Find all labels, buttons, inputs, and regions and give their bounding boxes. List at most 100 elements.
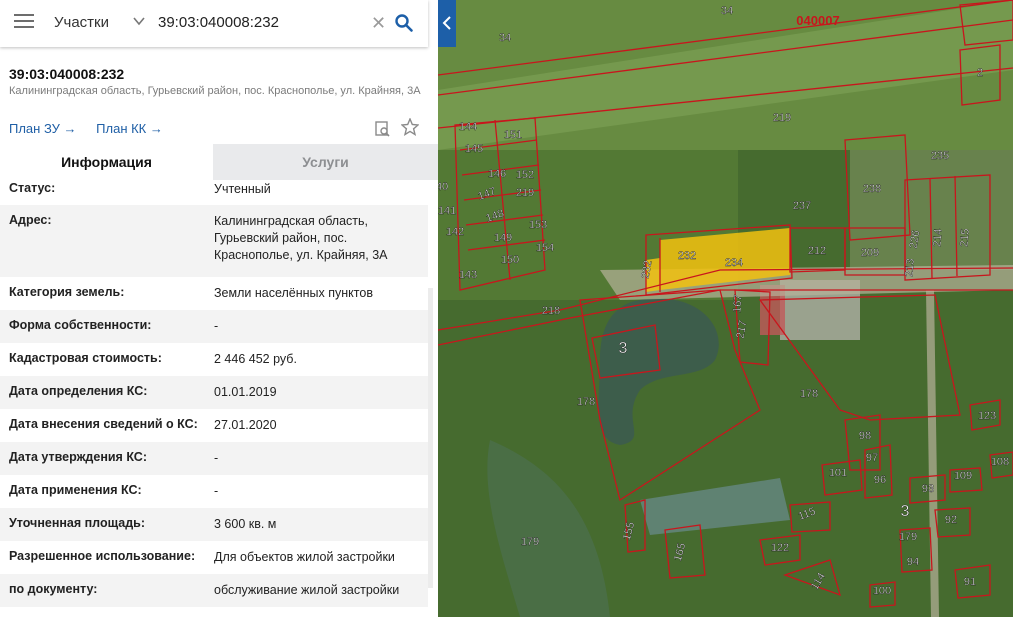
info-label: Статус: bbox=[9, 181, 56, 195]
info-value: Для объектов жилой застройки bbox=[214, 550, 395, 564]
info-value: - bbox=[214, 484, 219, 498]
parcel-label: 179 bbox=[521, 536, 539, 548]
info-value: обслуживание жилой застройки bbox=[214, 583, 400, 597]
info-row: Статус: Учтенный bbox=[0, 180, 428, 205]
parcel-label: 219 bbox=[516, 187, 534, 199]
info-row: Дата применения КС: - bbox=[0, 475, 428, 508]
parcel-label: 234 bbox=[725, 257, 743, 269]
parcel-label: 148 bbox=[484, 207, 505, 225]
parcel-label: 152 bbox=[516, 169, 534, 181]
parcel-label: 96 bbox=[874, 474, 886, 486]
info-label: Категория земель: bbox=[9, 285, 125, 299]
info-label: по документу: bbox=[9, 582, 98, 596]
parcel-label: 93 bbox=[922, 483, 934, 495]
parcel-label: 145 bbox=[465, 143, 483, 155]
info-value: - bbox=[214, 319, 219, 333]
info-row: Разрешенное использование: Для объектов ж… bbox=[0, 541, 428, 574]
menu-icon[interactable] bbox=[14, 14, 34, 32]
parcel-label: 215 bbox=[958, 228, 972, 247]
parcel-label: 178 bbox=[800, 388, 818, 400]
parcel-label: 232 bbox=[678, 250, 696, 262]
parcel-label: 235 bbox=[931, 150, 949, 162]
info-label: Адрес: bbox=[9, 213, 52, 227]
parcel-label: 115 bbox=[797, 506, 818, 523]
parcel-label: 142 bbox=[446, 226, 464, 238]
search-input[interactable] bbox=[158, 14, 358, 31]
close-icon[interactable]: ✕ bbox=[371, 14, 386, 32]
parcel-label: 3 bbox=[901, 503, 910, 520]
parcel-label: 209 bbox=[861, 247, 879, 259]
parcel-label: 114 bbox=[809, 571, 828, 592]
info-label: Разрешенное использование: bbox=[9, 549, 196, 563]
parcel-label: 123 bbox=[978, 410, 996, 422]
star-icon[interactable] bbox=[401, 118, 419, 136]
parcel-label: 101 bbox=[829, 467, 847, 479]
parcel-label: 34 bbox=[721, 5, 733, 17]
parcel-label: 154 bbox=[536, 242, 554, 254]
parcel-label: 146 bbox=[488, 168, 506, 180]
parcel-label: 218 bbox=[542, 305, 560, 317]
plan-links: План ЗУ → План КК → bbox=[9, 121, 179, 136]
info-row: Дата внесения сведений о КС: 27.01.2020 bbox=[0, 409, 428, 442]
info-label: Форма собственности: bbox=[9, 318, 152, 332]
parcel-label: 167 bbox=[731, 294, 745, 313]
parcel-label: 143 bbox=[459, 269, 477, 281]
chevron-down-icon[interactable] bbox=[132, 14, 146, 28]
plan-zu-link[interactable]: План ЗУ → bbox=[9, 121, 77, 136]
info-label: Дата определения КС: bbox=[9, 384, 148, 398]
document-search-icon[interactable] bbox=[374, 120, 392, 138]
parcel-label: 141 bbox=[438, 205, 456, 217]
parcel-label: 179 bbox=[899, 531, 917, 543]
parcel-label: 92 bbox=[945, 514, 957, 526]
object-address: Калининградская область, Гурьевский райо… bbox=[9, 85, 421, 97]
parcel-label: 151 bbox=[504, 129, 522, 141]
parcel-label: 98 bbox=[859, 430, 871, 442]
parcel-label: 149 bbox=[494, 232, 512, 244]
parcel-label: 217 bbox=[735, 319, 750, 339]
info-value: 2 446 452 руб. bbox=[214, 352, 297, 366]
parcel-label: 144 bbox=[459, 121, 477, 133]
parcel-label: 94 bbox=[907, 556, 919, 568]
chevron-left-icon bbox=[442, 16, 451, 30]
info-value: Калининградская область, Гурьевский райо… bbox=[214, 214, 388, 262]
parcel-label: 100 bbox=[873, 585, 891, 597]
parcel-label: 153 bbox=[529, 219, 547, 231]
info-label: Уточненная площадь: bbox=[9, 516, 146, 530]
info-row: Дата определения КС: 01.01.2019 bbox=[0, 376, 428, 409]
info-row: Дата утверждения КС: - bbox=[0, 442, 428, 475]
info-table: Статус: Учтенный Адрес: Калининградская обл… bbox=[0, 180, 428, 607]
search-bar: Участки ✕ bbox=[0, 0, 428, 47]
tab-services[interactable]: Услуги bbox=[213, 144, 438, 180]
parcel-label: 178 bbox=[577, 396, 595, 408]
search-icon[interactable] bbox=[394, 13, 414, 33]
parcel-label: 97 bbox=[866, 452, 878, 464]
parcel-label: 155 bbox=[621, 521, 637, 542]
cadastral-number: 39:03:040008:232 bbox=[9, 66, 125, 82]
info-row: Форма собственности: - bbox=[0, 310, 428, 343]
info-value: 3 600 кв. м bbox=[214, 517, 277, 531]
parcel-label: 109 bbox=[954, 470, 972, 482]
info-row: по документу: обслуживание жилой застройк… bbox=[0, 574, 428, 607]
parcel-label: 150 bbox=[501, 254, 519, 266]
parcel-label: 34 bbox=[499, 32, 511, 44]
parcel-label: 122 bbox=[771, 542, 789, 554]
plan-kk-link[interactable]: План КК → bbox=[96, 121, 163, 136]
info-label: Дата утверждения КС: bbox=[9, 450, 147, 464]
info-value: 27.01.2020 bbox=[214, 418, 277, 432]
parcel-label: 219 bbox=[773, 112, 791, 124]
info-label: Дата применения КС: bbox=[9, 483, 142, 497]
scrollbar[interactable] bbox=[428, 288, 433, 588]
info-panel: Участки ✕ 39:03:040008:232 Калининградск… bbox=[0, 0, 438, 617]
info-row: Кадастровая стоимость: 2 446 452 руб. bbox=[0, 343, 428, 376]
layer-select[interactable]: Участки bbox=[54, 14, 109, 31]
info-value: Земли населённых пунктов bbox=[214, 286, 373, 300]
parcel-label: 212 bbox=[808, 245, 826, 257]
info-label: Кадастровая стоимость: bbox=[9, 351, 162, 365]
collapse-panel-button[interactable] bbox=[438, 0, 456, 47]
info-row: Адрес: Калининградская область, Гурьевски… bbox=[0, 205, 428, 277]
quarter-label: 040007 bbox=[796, 13, 839, 28]
parcel-label: 232 bbox=[640, 259, 655, 279]
info-value: 01.01.2019 bbox=[214, 385, 277, 399]
info-row: Уточненная площадь: 3 600 кв. м bbox=[0, 508, 428, 541]
tab-info[interactable]: Информация bbox=[0, 144, 213, 180]
